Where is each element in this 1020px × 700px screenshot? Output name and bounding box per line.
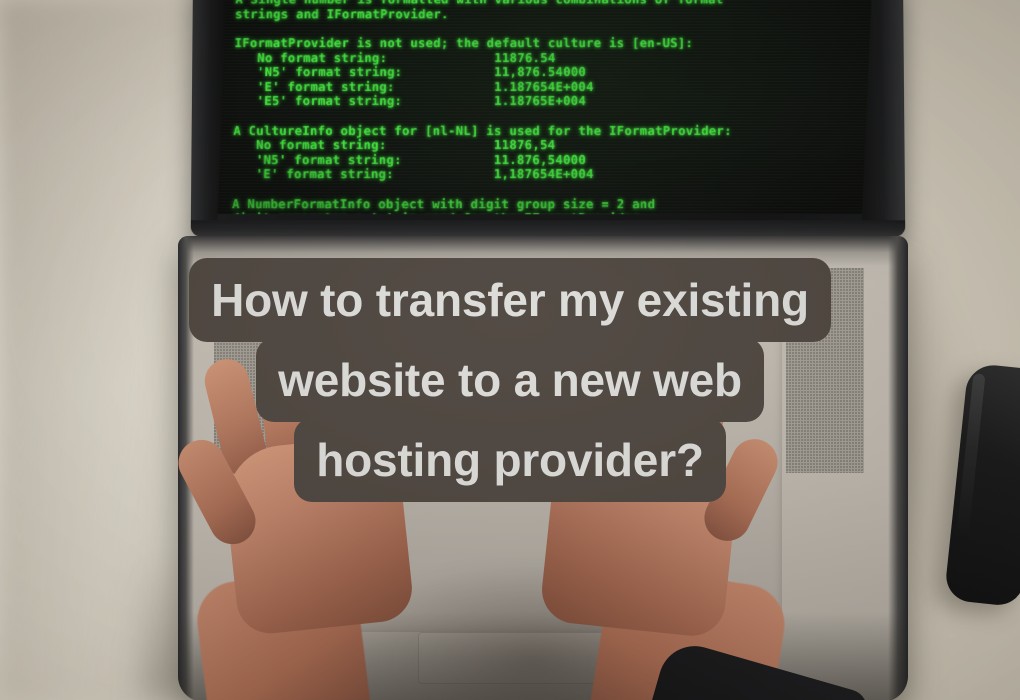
terminal-line: No format string: 11876,54 [232,137,556,153]
title-line-2: website to a new web [256,338,764,422]
terminal-line: 'E5' format string: 1.18765E+004 [233,93,587,109]
laptop-screen: Single::ToString( String*, IFormatProvid… [210,0,906,215]
terminal-line: 'E' format string: 1,187654E+004 [232,166,594,182]
terminal-line: 'N5' format string: 11,876.54000 [234,64,587,80]
image-canvas: Single::ToString( String*, IFormatProvid… [0,0,1020,700]
terminal-line: strings and IFormatProvider. [234,6,449,22]
title-line-1: How to transfer my existing [189,258,831,342]
terminal-output: Single::ToString( String*, IFormatProvid… [231,0,733,214]
terminal-line: digit separator = '_' is used for the IF… [232,211,733,215]
title-line-3: hosting provider? [294,418,726,502]
laptop-hinge [190,220,906,237]
laptop-lid: Single::ToString( String*, IFormatProvid… [190,0,906,237]
terminal-line: IFormatProvider is not used; the default… [234,35,694,51]
